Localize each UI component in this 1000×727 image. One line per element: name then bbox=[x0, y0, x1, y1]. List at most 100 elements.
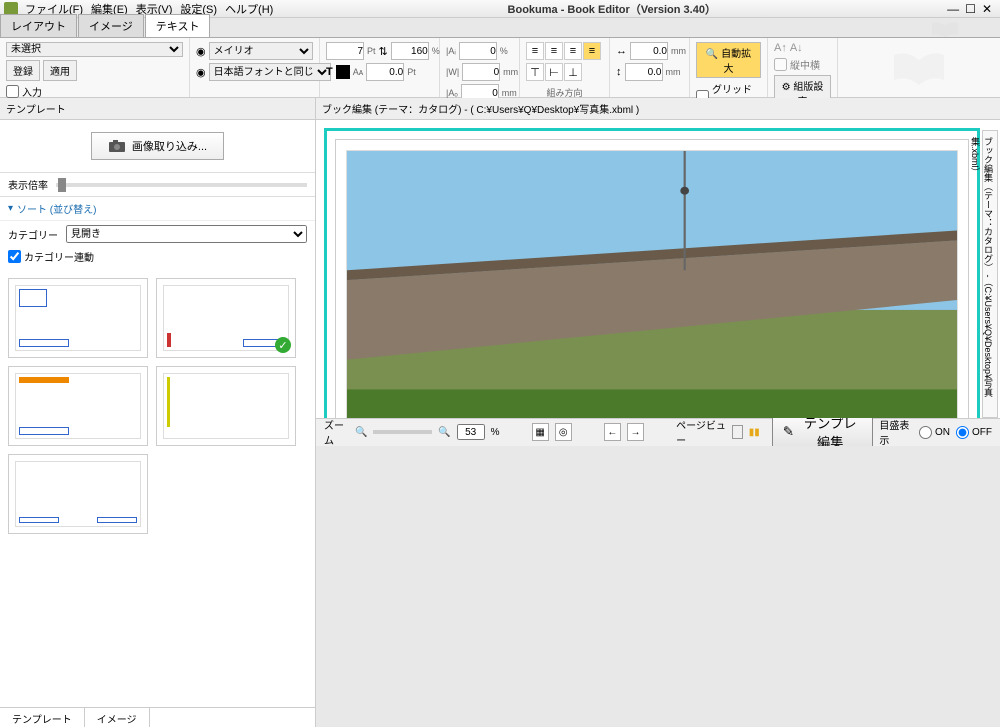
text-shrink-icon: A↓ bbox=[790, 42, 803, 54]
sort-row[interactable]: ▾ ソート (並び替え) bbox=[0, 197, 315, 221]
vertical-doc-tab[interactable]: ブック編集（テーマ：カタログ） -（C:¥Users¥Q¥Desktop¥写真集… bbox=[982, 130, 998, 418]
book-watermark-icon bbox=[889, 50, 949, 86]
style-select[interactable]: 未選択 bbox=[6, 42, 183, 57]
main-photo[interactable] bbox=[346, 150, 958, 418]
left-bottom-tabs: テンプレート イメージ bbox=[0, 707, 315, 727]
category-select[interactable]: 見開き bbox=[66, 225, 307, 243]
close-icon[interactable]: ✕ bbox=[982, 2, 992, 16]
template-grid: ✓ bbox=[0, 270, 315, 707]
page-single-icon[interactable] bbox=[732, 425, 742, 439]
bullet-icon: ◉ bbox=[196, 45, 206, 58]
zoom-slider[interactable] bbox=[373, 430, 432, 434]
template-thumb-3[interactable] bbox=[8, 366, 148, 446]
maximize-icon[interactable]: ☐ bbox=[965, 2, 976, 16]
align-right-icon[interactable]: ≡ bbox=[564, 42, 582, 60]
zoom-out-icon[interactable]: 🔍 bbox=[355, 427, 367, 438]
color-icon[interactable] bbox=[336, 65, 350, 79]
margin-h-icon: ↔ bbox=[616, 45, 627, 57]
valign-bottom-icon[interactable]: ⊥ bbox=[564, 63, 582, 81]
book-decoration-icon bbox=[930, 21, 960, 37]
pencil-icon: ✎ bbox=[783, 424, 794, 440]
indent-width-icon: |W| bbox=[446, 67, 459, 77]
main-tabs: レイアウト イメージ テキスト bbox=[0, 18, 1000, 38]
page-spread-icon[interactable]: ▮▮ bbox=[749, 427, 760, 438]
next-page-button[interactable]: → bbox=[627, 423, 644, 441]
lineheight-input[interactable] bbox=[391, 42, 429, 60]
zoom-in-icon[interactable]: 🔍 bbox=[438, 427, 450, 438]
category-link-checkbox[interactable]: カテゴリー連動 bbox=[8, 249, 94, 264]
category-label: カテゴリー bbox=[8, 227, 58, 242]
align-left-icon[interactable]: ≡ bbox=[526, 42, 544, 60]
indent-width-input[interactable] bbox=[462, 63, 500, 81]
tracking-label: Aᴀ bbox=[353, 67, 363, 77]
btab-image[interactable]: イメージ bbox=[85, 708, 150, 727]
status-area bbox=[316, 446, 1000, 727]
bottom-toolbar: ズーム 🔍 🔍 % ▦ ◎ ← → ページビュー ▮▮ ✎ テンプレ編集 目盛表… bbox=[316, 418, 1000, 446]
tab-layout[interactable]: レイアウト bbox=[0, 14, 77, 37]
unit-mm: mm bbox=[503, 67, 518, 77]
fontsize-input[interactable] bbox=[326, 42, 364, 60]
tracking-input[interactable] bbox=[366, 63, 404, 81]
unit-mm4: mm bbox=[666, 67, 681, 77]
ribbon-toolbar: 未選択 登録 適用 入力 ◉メイリオ ◉日本語フォントと同じ Pt ⇅ % T … bbox=[0, 38, 1000, 98]
pageview-label: ページビュー bbox=[676, 417, 726, 447]
margin-v-input[interactable] bbox=[625, 63, 663, 81]
bullet-icon: ◉ bbox=[196, 66, 206, 79]
input-checkbox[interactable]: 入力 bbox=[6, 84, 183, 99]
main-area: テンプレート 画像取り込み... 表示倍率 ▾ ソート (並び替え) カテゴリー… bbox=[0, 98, 1000, 727]
display-ratio-label: 表示倍率 bbox=[8, 177, 48, 192]
indent-before-input[interactable] bbox=[459, 42, 497, 60]
unit-pct: % bbox=[500, 46, 508, 56]
window-title: Bookuma - Book Editor（Version 3.40） bbox=[276, 1, 947, 17]
btab-template[interactable]: テンプレート bbox=[0, 708, 85, 727]
font-sub-select[interactable]: 日本語フォントと同じ bbox=[209, 63, 331, 81]
auto-expand-button[interactable]: 🔍 自動拡大 bbox=[696, 42, 761, 78]
lineheight-icon: ⇅ bbox=[379, 45, 388, 58]
ruler-label: 目盛表示 bbox=[879, 417, 913, 447]
ruler-on-radio[interactable]: ON bbox=[919, 426, 950, 439]
align-center-icon[interactable]: ≡ bbox=[545, 42, 563, 60]
page-spread[interactable]: 金沢市 浅野川梅の橋 お勧めの時期：春・初夏・雪の日など ここに章タイトルを入力… bbox=[324, 128, 980, 418]
zoom-unit: % bbox=[491, 427, 500, 438]
tab-image[interactable]: イメージ bbox=[78, 14, 144, 37]
ruler-off-radio[interactable]: OFF bbox=[956, 426, 992, 439]
right-panel: ブック編集 (テーマ：カタログ) - ( C:¥Users¥Q¥Desktop¥… bbox=[316, 98, 1000, 727]
prev-page-button[interactable]: ← bbox=[604, 423, 621, 441]
template-thumb-1[interactable] bbox=[8, 278, 148, 358]
minimize-icon[interactable]: — bbox=[947, 2, 959, 16]
fit-page-icon[interactable]: ▦ bbox=[532, 423, 549, 441]
display-ratio-row: 表示倍率 bbox=[0, 173, 315, 197]
tatechuyoko-checkbox[interactable]: 縦中横 bbox=[774, 57, 831, 72]
camera-icon bbox=[108, 139, 126, 153]
margin-h-input[interactable] bbox=[630, 42, 668, 60]
margin-v-icon: ↕ bbox=[616, 66, 622, 78]
indent-before-icon: |Aᵢ bbox=[446, 46, 456, 56]
left-panel: テンプレート 画像取り込み... 表示倍率 ▾ ソート (並び替え) カテゴリー… bbox=[0, 98, 316, 727]
font-main-select[interactable]: メイリオ bbox=[209, 42, 313, 60]
valign-middle-icon[interactable]: ⊢ bbox=[545, 63, 563, 81]
zoom-value-input[interactable] bbox=[457, 424, 485, 440]
template-thumb-2[interactable]: ✓ bbox=[156, 278, 296, 358]
register-button[interactable]: 登録 bbox=[6, 60, 40, 81]
display-ratio-slider[interactable] bbox=[56, 183, 307, 187]
h-align-group: ≡ ≡ ≡ ≡ bbox=[526, 42, 603, 60]
image-import-button[interactable]: 画像取り込み... bbox=[91, 132, 224, 160]
canvas-area[interactable]: 金沢市 浅野川梅の橋 お勧めの時期：春・初夏・雪の日など ここに章タイトルを入力… bbox=[316, 120, 1000, 418]
tab-text[interactable]: テキスト bbox=[145, 14, 211, 37]
indent-after-icon: |Aₒ bbox=[446, 88, 458, 98]
apply-button[interactable]: 適用 bbox=[43, 60, 77, 81]
menu-help[interactable]: ヘルプ(H) bbox=[222, 1, 276, 17]
pt-label2: Pt bbox=[407, 67, 416, 77]
align-justify-icon[interactable]: ≡ bbox=[583, 42, 601, 60]
template-thumb-5[interactable] bbox=[8, 454, 148, 534]
editor-header: ブック編集 (テーマ：カタログ) - ( C:¥Users¥Q¥Desktop¥… bbox=[316, 98, 1000, 120]
pt-label: Pt bbox=[367, 46, 376, 56]
fit-width-icon[interactable]: ◎ bbox=[555, 423, 572, 441]
chevron-down-icon: ▾ bbox=[8, 203, 13, 214]
category-row: カテゴリー 見開き bbox=[0, 221, 315, 247]
v-align-group: ⊤ ⊢ ⊥ bbox=[526, 63, 603, 81]
valign-top-icon[interactable]: ⊤ bbox=[526, 63, 544, 81]
pct-label: % bbox=[432, 46, 440, 56]
bold-icon[interactable]: T bbox=[326, 66, 333, 78]
template-thumb-4[interactable] bbox=[156, 366, 296, 446]
